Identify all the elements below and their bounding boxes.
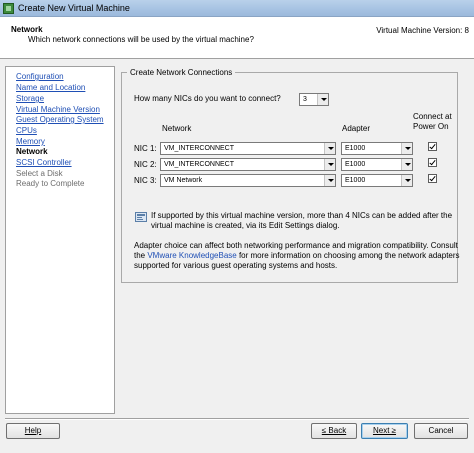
nic-3-label: NIC 3:	[134, 176, 157, 185]
footer-separator	[5, 418, 469, 420]
column-header-connect-1: Connect at	[413, 112, 452, 121]
wizard-header: Network Which network connections will b…	[0, 17, 474, 59]
nic-count-label: How many NICs do you want to connect?	[134, 94, 281, 103]
nic-2-network-value: VM_INTERCONNECT	[164, 161, 235, 168]
chevron-down-icon[interactable]	[324, 175, 335, 186]
nic-1-network-select[interactable]: VM_INTERCONNECT	[160, 142, 336, 155]
adapter-note-line-1: Adapter choice can affect both networkin…	[134, 241, 458, 250]
nav-item-storage[interactable]: Storage	[16, 94, 44, 104]
nav-item-vm-version[interactable]: Virtual Machine Version	[16, 105, 100, 115]
nav-item-configuration[interactable]: Configuration	[16, 72, 64, 82]
chevron-down-icon[interactable]	[317, 94, 328, 105]
info-text-line-2: virtual machine is created, via its Edit…	[151, 221, 340, 230]
nic-3-adapter-value: E1000	[345, 177, 366, 184]
nav-item-network: Network	[16, 147, 48, 156]
wizard-steps-nav: Configuration Name and Location Storage …	[5, 66, 115, 414]
nic-2-label: NIC 2:	[134, 160, 157, 169]
vm-version-label: Virtual Machine Version: 8	[376, 26, 469, 35]
adapter-note-line-3: supported for various guest operating sy…	[134, 261, 338, 270]
adapter-note-the: the	[134, 251, 148, 260]
network-connections-group: Create Network Connections How many NICs…	[121, 67, 460, 283]
chevron-down-icon[interactable]	[401, 159, 412, 170]
chevron-down-icon[interactable]	[324, 143, 335, 154]
nic-2-connect-checkbox[interactable]	[428, 158, 437, 167]
help-button-label: Help	[24, 426, 42, 435]
nic-1-label: NIC 1:	[134, 144, 157, 153]
nav-item-guest-os[interactable]: Guest Operating System	[16, 115, 104, 125]
page-subtitle: Which network connections will be used b…	[28, 35, 254, 44]
column-header-network: Network	[162, 124, 192, 133]
vm-icon	[3, 3, 14, 14]
nav-item-memory[interactable]: Memory	[16, 137, 45, 147]
nav-item-scsi-controller[interactable]: SCSI Controller	[16, 158, 72, 168]
title-bar[interactable]: Create New Virtual Machine	[0, 0, 474, 17]
nic-3-network-value: VM Network	[164, 177, 203, 184]
nav-item-ready-to-complete: Ready to Complete	[16, 179, 85, 188]
window-title: Create New Virtual Machine	[18, 3, 130, 13]
nic-count-value: 3	[303, 96, 307, 103]
nic-1-adapter-select[interactable]: E1000	[341, 142, 413, 155]
next-button[interactable]: Next ≥	[361, 423, 408, 439]
cancel-button[interactable]: Cancel	[414, 423, 468, 439]
column-header-connect-2: Power On	[413, 122, 449, 131]
nic-3-network-select[interactable]: VM Network	[160, 174, 336, 187]
adapter-note-line-2-rest: for more information on choosing among t…	[236, 251, 460, 260]
adapter-note-line-2: the VMware KnowledgeBase for more inform…	[134, 251, 460, 260]
nic-1-network-value: VM_INTERCONNECT	[164, 145, 235, 152]
nic-2-adapter-select[interactable]: E1000	[341, 158, 413, 171]
chevron-down-icon[interactable]	[401, 175, 412, 186]
nav-item-select-disk: Select a Disk	[16, 169, 63, 178]
help-button[interactable]: Help	[6, 423, 60, 439]
nic-2-adapter-value: E1000	[345, 161, 366, 168]
nic-2-network-select[interactable]: VM_INTERCONNECT	[160, 158, 336, 171]
chevron-down-icon[interactable]	[401, 143, 412, 154]
nic-1-adapter-value: E1000	[345, 145, 366, 152]
back-button-label: ≤ Back	[321, 426, 347, 435]
nic-3-adapter-select[interactable]: E1000	[341, 174, 413, 187]
vmware-knowledgebase-link[interactable]: VMware KnowledgeBase	[147, 251, 236, 260]
info-icon	[135, 212, 147, 222]
cancel-button-label: Cancel	[428, 426, 454, 435]
nic-count-select[interactable]: 3	[299, 93, 329, 106]
column-header-adapter: Adapter	[342, 124, 371, 133]
nav-item-cpus[interactable]: CPUs	[16, 126, 37, 136]
info-text-line-1: If supported by this virtual machine ver…	[151, 211, 453, 220]
chevron-down-icon[interactable]	[324, 159, 335, 170]
page-title: Network	[11, 25, 43, 34]
next-button-label: Next ≥	[372, 426, 397, 435]
nic-1-connect-checkbox[interactable]	[428, 142, 437, 151]
back-button[interactable]: ≤ Back	[311, 423, 357, 439]
group-legend: Create Network Connections	[127, 67, 236, 78]
nav-item-name-and-location[interactable]: Name and Location	[16, 83, 85, 93]
nic-3-connect-checkbox[interactable]	[428, 174, 437, 183]
